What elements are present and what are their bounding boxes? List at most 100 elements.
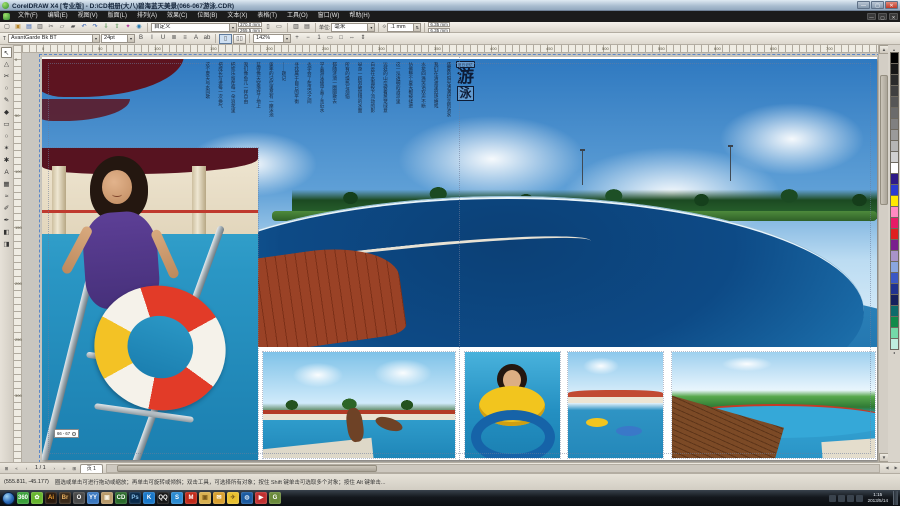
view-single-page-button[interactable]: ▯	[219, 34, 232, 44]
vertical-ruler[interactable]: 050100150200250300	[14, 45, 22, 462]
drawing-canvas[interactable]: 盛夏的阳光洒满碧蓝的池水我们在清波里追逐嬉戏水花四溅笑语欢声不断仿佛整个夏天都被…	[22, 53, 878, 462]
girl-yellow-ring-photo[interactable]	[465, 352, 560, 458]
ellipse-tool[interactable]: ○	[1, 131, 12, 142]
tray-network-icon[interactable]	[838, 495, 845, 502]
vertical-scrollbar[interactable]: ▲ ▼	[878, 45, 888, 462]
text-alignment-icon[interactable]: ≣	[169, 34, 179, 43]
pick-tool[interactable]: ↖	[1, 47, 12, 58]
doc-close-button[interactable]: ✕	[889, 13, 898, 20]
taskbar-app-icon[interactable]: Ps	[129, 492, 141, 504]
minimize-button[interactable]: —	[857, 1, 870, 9]
menu-item[interactable]: 视图(V)	[73, 11, 103, 22]
undo-icon[interactable]: ↶	[79, 23, 89, 32]
taskbar-app-icon[interactable]: 360	[17, 492, 29, 504]
portrait-button[interactable]: ▯	[263, 23, 273, 32]
view-facing-pages-button[interactable]: ▯▯	[233, 34, 246, 44]
paper-preset-combo[interactable]: 自定义▾	[151, 23, 237, 32]
color-swatch[interactable]	[890, 338, 899, 350]
menu-item[interactable]: 表格(T)	[252, 11, 282, 22]
tray-action-center-icon[interactable]	[856, 495, 863, 502]
palette-flyout-icon[interactable]: ◂	[890, 350, 898, 356]
freehand-tool[interactable]: ✎	[1, 95, 12, 106]
bullet-list-icon[interactable]: ≡	[180, 34, 190, 43]
font-size-combo[interactable]: 24pt▾	[101, 34, 135, 43]
rectangle-tool[interactable]: ▭	[1, 119, 12, 130]
zoom-out-icon[interactable]: −	[303, 34, 313, 43]
menu-item[interactable]: 效果(C)	[162, 11, 192, 22]
taskbar-app-icon[interactable]: ◍	[241, 492, 253, 504]
underline-icon[interactable]: U	[158, 34, 168, 43]
taskbar-app-icon[interactable]: YY	[87, 492, 99, 504]
save-icon[interactable]: ▤	[24, 23, 34, 32]
menu-item[interactable]: 位图(B)	[192, 11, 222, 22]
redo-icon[interactable]: ↷	[90, 23, 100, 32]
landscape-button[interactable]: ▭	[274, 23, 284, 32]
open-icon[interactable]: ▣	[13, 23, 23, 32]
page-tab[interactable]: 页 1	[80, 464, 103, 473]
zoom-selected-icon[interactable]: ▭	[325, 34, 335, 43]
horizontal-ruler[interactable]: 0501001502002503003504004505005506006507…	[22, 45, 878, 53]
taskbar-app-icon[interactable]: M	[185, 492, 197, 504]
scroll-right-icon[interactable]: ▶	[892, 464, 900, 472]
menu-item[interactable]: 文件(F)	[13, 11, 43, 22]
tray-volume-icon[interactable]	[847, 495, 854, 502]
taskbar-app-icon[interactable]: ▣	[101, 492, 113, 504]
taskbar-app-icon[interactable]: CD	[115, 492, 127, 504]
paste-icon[interactable]: ▰	[68, 23, 78, 32]
corel-online-icon[interactable]: ◉	[134, 23, 144, 32]
taskbar-app-icon[interactable]: ▶	[255, 492, 267, 504]
horizontal-scroll-thumb[interactable]	[117, 465, 377, 472]
fill-tool[interactable]: ◧	[1, 227, 12, 238]
start-button[interactable]	[2, 492, 15, 505]
text-tool[interactable]: A	[1, 167, 12, 178]
page-options-button[interactable]: ⊞	[2, 464, 11, 472]
maximize-button[interactable]: ▢	[871, 1, 884, 9]
zoom-in-icon[interactable]: +	[292, 34, 302, 43]
eyedropper-tool[interactable]: ✐	[1, 203, 12, 214]
taskbar-app-icon[interactable]: QQ	[157, 492, 169, 504]
taskbar-clock[interactable]: 1:15 2013/5/14	[865, 492, 891, 503]
units-combo[interactable]: 毫米▾	[331, 23, 375, 32]
outline-pen-tool[interactable]: ✒	[1, 215, 12, 226]
scroll-left-icon[interactable]: ◀	[883, 464, 891, 472]
next-page-button[interactable]: ›	[50, 464, 59, 472]
crop-tool[interactable]: ✂	[1, 71, 12, 82]
horizontal-scrollbar[interactable]	[106, 464, 880, 473]
girl-swim-ring-photo[interactable]	[42, 148, 258, 460]
vertical-scroll-thumb[interactable]	[880, 75, 888, 205]
smart-fill-tool[interactable]: ◆	[1, 107, 12, 118]
kids-playing-photo[interactable]	[263, 352, 455, 458]
nudge-field[interactable]: .1 mm⇅	[387, 23, 421, 32]
bold-icon[interactable]: B	[136, 34, 146, 43]
menu-item[interactable]: 排列(A)	[132, 11, 162, 22]
taskbar-app-icon[interactable]: Br	[59, 492, 71, 504]
taskbar-app-icon[interactable]: ▣	[199, 492, 211, 504]
doc-minimize-button[interactable]: —	[867, 13, 876, 20]
zoom-one-shot-icon[interactable]: 1	[314, 34, 324, 43]
print-icon[interactable]: ▥	[35, 23, 45, 32]
menu-item[interactable]: 工具(O)	[282, 11, 313, 22]
taskbar-app-icon[interactable]: K	[143, 492, 155, 504]
doc-restore-button[interactable]: ▢	[878, 13, 887, 20]
menu-item[interactable]: 版面(L)	[103, 11, 132, 22]
italic-icon[interactable]: I	[147, 34, 157, 43]
pool-floats-photo[interactable]	[568, 352, 663, 458]
shape-tool[interactable]: △	[1, 59, 12, 70]
current-page-button[interactable]: ▤	[302, 23, 312, 32]
tray-hidden-icons[interactable]	[829, 495, 836, 502]
taskbar-app-icon[interactable]: ✉	[213, 492, 225, 504]
paper-size-fields[interactable]: 370.0 mm 265.5 mm	[238, 22, 262, 33]
all-pages-button[interactable]: ▥	[291, 23, 301, 32]
copy-icon[interactable]: ▱	[57, 23, 67, 32]
first-page-button[interactable]: «	[12, 464, 21, 472]
polygon-tool[interactable]: ✶	[1, 143, 12, 154]
drop-cap-icon[interactable]: A	[191, 34, 201, 43]
prev-page-button[interactable]: ‹	[22, 464, 31, 472]
taskbar-app-icon[interactable]: S	[171, 492, 183, 504]
interactive-fill-tool[interactable]: ◨	[1, 239, 12, 250]
add-page-button[interactable]: ⊞	[70, 464, 79, 472]
blend-tool[interactable]: ≈	[1, 191, 12, 202]
edit-text-icon[interactable]: ab	[202, 34, 212, 43]
taskbar-app-icon[interactable]: ✈	[227, 492, 239, 504]
menu-item[interactable]: 窗口(W)	[313, 11, 345, 22]
